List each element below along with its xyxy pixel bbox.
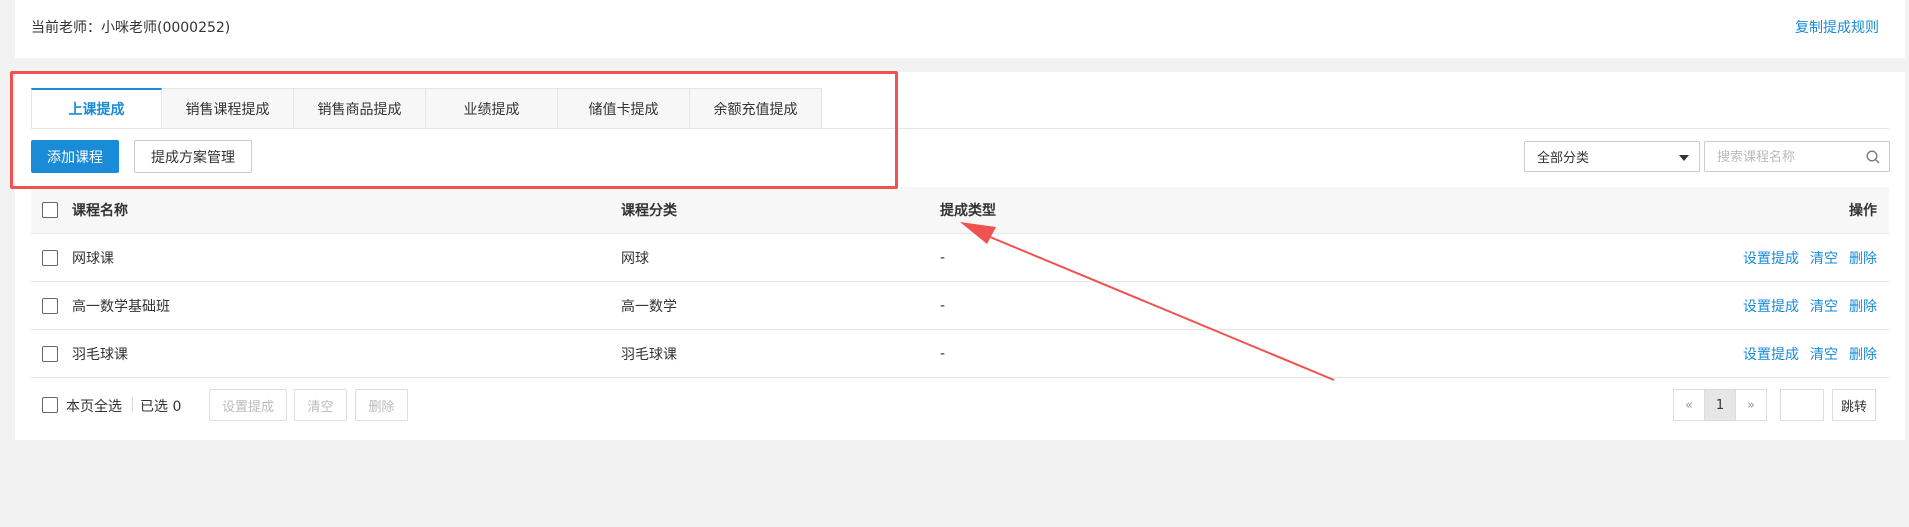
clear-link[interactable]: 清空: [1810, 296, 1838, 316]
page-jump-input[interactable]: [1780, 389, 1824, 421]
row-checkbox[interactable]: [42, 345, 58, 362]
tab-sales-product-commission[interactable]: 销售商品提成: [294, 88, 426, 129]
delete-link[interactable]: 删除: [1849, 344, 1877, 364]
row-checkbox[interactable]: [42, 297, 58, 314]
page-number-current[interactable]: 1: [1704, 389, 1736, 421]
search-icon[interactable]: [1865, 149, 1881, 165]
table-row: 羽毛球课 羽毛球课 - 设置提成 清空 删除: [31, 330, 1889, 378]
select-page-label[interactable]: 本页全选: [66, 396, 122, 416]
course-category: 羽毛球课: [621, 346, 677, 363]
table-header-row: 课程名称 课程分类 提成类型 操作: [31, 187, 1889, 234]
clear-link[interactable]: 清空: [1810, 248, 1838, 268]
row-operations: 设置提成 清空 删除: [1732, 234, 1877, 281]
table-row: 网球课 网球 - 设置提成 清空 删除: [31, 234, 1889, 282]
bulk-delete-button[interactable]: 删除: [355, 389, 408, 421]
row-operations: 设置提成 清空 删除: [1732, 330, 1877, 377]
delete-link[interactable]: 删除: [1849, 296, 1877, 316]
set-commission-link[interactable]: 设置提成: [1743, 296, 1799, 316]
bulk-set-commission-button[interactable]: 设置提成: [209, 389, 287, 421]
prev-page-button[interactable]: «: [1673, 389, 1705, 421]
commission-tabs: 上课提成 销售课程提成 销售商品提成 业绩提成 储值卡提成 余额充值提成: [31, 88, 822, 129]
select-page-checkbox[interactable]: [42, 397, 58, 413]
course-table: 课程名称 课程分类 提成类型 操作 网球课 网球 - 设置提成 清空 删除 高一…: [31, 187, 1889, 378]
commission-type: -: [940, 249, 946, 266]
tab-stored-value-card-commission[interactable]: 储值卡提成: [558, 88, 690, 129]
commission-plan-manage-button[interactable]: 提成方案管理: [134, 140, 252, 173]
tabs-divider: [31, 128, 1889, 129]
commission-type: -: [940, 297, 946, 314]
selected-count: 已选 0: [140, 399, 182, 415]
set-commission-link[interactable]: 设置提成: [1743, 248, 1799, 268]
set-commission-link[interactable]: 设置提成: [1743, 344, 1799, 364]
copy-commission-rule-link[interactable]: 复制提成规则: [1795, 17, 1879, 37]
header-commission-type: 提成类型: [940, 203, 996, 219]
row-checkbox[interactable]: [42, 249, 58, 266]
category-select[interactable]: 全部分类: [1524, 141, 1700, 172]
category-select-value: 全部分类: [1537, 151, 1590, 166]
tab-sales-course-commission[interactable]: 销售课程提成: [162, 88, 294, 129]
tab-performance-commission[interactable]: 业绩提成: [426, 88, 558, 129]
search-box[interactable]: [1704, 141, 1890, 172]
add-course-button[interactable]: 添加课程: [31, 140, 119, 173]
commission-panel: 上课提成 销售课程提成 销售商品提成 业绩提成 储值卡提成 余额充值提成 添加课…: [15, 72, 1905, 440]
course-name: 网球课: [72, 250, 114, 267]
course-category: 高一数学: [621, 298, 677, 315]
course-category: 网球: [621, 250, 649, 267]
pagination: « 1 » 跳转: [1673, 389, 1889, 421]
row-operations: 设置提成 清空 删除: [1732, 282, 1877, 329]
table-footer: 本页全选 已选 0 设置提成 清空 删除 « 1 » 跳转: [31, 388, 1889, 422]
divider: [132, 397, 133, 413]
clear-link[interactable]: 清空: [1810, 344, 1838, 364]
bulk-clear-button[interactable]: 清空: [294, 389, 347, 421]
course-name: 高一数学基础班: [72, 298, 170, 315]
current-teacher-label: 当前老师：小咪老师(0000252): [31, 20, 231, 36]
jump-button[interactable]: 跳转: [1832, 389, 1876, 421]
caret-down-icon: [1679, 155, 1689, 161]
header-operations: 操作: [1849, 203, 1877, 219]
search-course-input[interactable]: [1705, 142, 1855, 171]
commission-type: -: [940, 345, 946, 362]
top-bar: 当前老师：小咪老师(0000252) 复制提成规则: [15, 0, 1905, 58]
tab-class-commission[interactable]: 上课提成: [31, 88, 162, 129]
select-all-checkbox[interactable]: [42, 202, 58, 218]
header-course-name: 课程名称: [72, 203, 128, 219]
table-row: 高一数学基础班 高一数学 - 设置提成 清空 删除: [31, 282, 1889, 330]
header-course-category: 课程分类: [621, 203, 677, 219]
delete-link[interactable]: 删除: [1849, 248, 1877, 268]
next-page-button[interactable]: »: [1735, 389, 1767, 421]
course-name: 羽毛球课: [72, 346, 128, 363]
tab-balance-recharge-commission[interactable]: 余额充值提成: [690, 88, 822, 129]
